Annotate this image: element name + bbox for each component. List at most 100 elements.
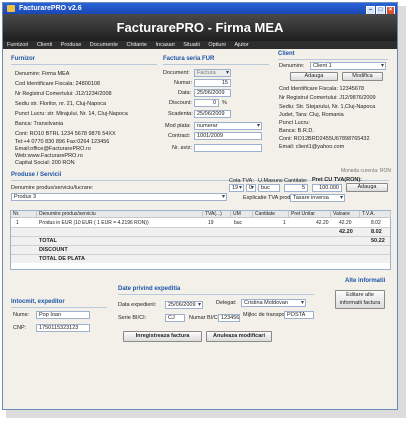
de-plata-row: TOTAL DE PLATA <box>11 254 390 263</box>
data-input[interactable]: 25/06/2009 <box>194 89 231 97</box>
furnizor-tel-fax: Tel:+4 0770 830 896 Fax:0264 123456 <box>15 139 110 145</box>
discount-row-label: DISCOUNT <box>39 247 68 253</box>
menu-optiuni[interactable]: Optiuni <box>208 42 225 48</box>
aviz-label: Nr. aviz: <box>172 145 192 151</box>
total-value: 50.22 <box>371 238 385 244</box>
menu-incasari[interactable]: Incasari <box>156 42 175 48</box>
furnizor-banca: Banca: Transilvania <box>15 121 63 127</box>
numar-input[interactable]: 15 <box>194 79 231 87</box>
col-denumire[interactable]: Denumire produs/serviciu <box>37 211 203 218</box>
menu-ajutor[interactable]: Ajutor <box>234 42 248 48</box>
delegat-select[interactable]: Cristina Moldovan <box>241 299 306 307</box>
col-nr[interactable]: Nr. <box>11 211 37 218</box>
menu-furnizori[interactable]: Furnizori <box>7 42 28 48</box>
editare-alte-informatii-button[interactable]: Editare alte informatii factura <box>335 290 385 309</box>
numar-bi-input[interactable]: 123456 <box>218 314 240 322</box>
cell-denumire: Produs in EUR (10 EUR ( 1 EUR = 4.2196 R… <box>39 220 149 226</box>
numar-label: Numar: <box>174 80 193 86</box>
menu-situatii[interactable]: Situatii <box>183 42 200 48</box>
mod-plata-select[interactable]: numerar <box>194 122 262 130</box>
window-title: FacturarePRO v2.6 <box>19 5 82 12</box>
menu-chitante[interactable]: Chitante <box>126 42 147 48</box>
furnizor-punct-lucru: Punct Lucru: str. Mirajului, Nr. 14, Clu… <box>15 111 128 117</box>
app-header: FacturarePRO - Firma MEA <box>3 14 397 41</box>
client-email: Email: client1@yahoo.com <box>279 144 345 150</box>
mod-plata-label: Mod plata: <box>165 123 191 129</box>
data-label: Data: <box>178 90 192 96</box>
furnizor-cont: Cont: RO10 BTRL 1234 5678 9876 54XX <box>15 131 116 137</box>
cell-um: buc <box>234 220 243 226</box>
col-tva[interactable]: TVA(...) <box>203 211 231 218</box>
inregistreaza-factura-button[interactable]: Inregistreaza factura <box>123 331 202 342</box>
cota-tva-extra-select[interactable]: 0 <box>246 184 256 192</box>
cell-tva-value: 8.02 <box>371 220 381 226</box>
discount-input[interactable]: 0 <box>194 99 219 107</box>
expeditie-separator <box>118 294 314 295</box>
main-window: FacturarePRO v2.6 – □ × FacturarePRO - Fir… <box>2 2 398 410</box>
furnizor-title: Furnizor <box>11 56 35 62</box>
nume-input[interactable]: Pop Ioan <box>36 311 90 319</box>
cell-pret: 42.20 <box>316 220 329 226</box>
col-pret[interactable]: Pret Unitar <box>289 211 331 218</box>
col-valoare[interactable]: Valoare <box>331 211 360 218</box>
col-cantitate[interactable]: Cantitate <box>253 211 289 218</box>
furnizor-sediu: Sediu str. Florilor, nr. 21, Cluj-Napoca <box>15 101 107 107</box>
scadenta-input[interactable]: 25/06/2009 <box>194 110 231 118</box>
app-icon <box>7 5 15 12</box>
cnp-label: CNP: <box>13 325 27 331</box>
produs-adauga-button[interactable]: Adauga <box>346 183 388 192</box>
col-um[interactable]: UM <box>231 211 253 218</box>
furnizor-denumire: Denumire: Firma MEA <box>15 71 70 77</box>
scadenta-label: Scadenta: <box>168 111 193 117</box>
cell-cantitate: 1 <box>283 220 286 226</box>
data-expedierii-input[interactable]: 25/06/2009 <box>165 301 203 309</box>
subtotal-row: 42.20 8.02 <box>11 227 390 236</box>
cell-nr: 1 <box>16 220 19 226</box>
alte-informatii-title: Alte informatii <box>345 278 386 284</box>
numar-bi-label: Numar BI/CI: <box>189 315 221 321</box>
client-denumire-label: Denumire: <box>279 63 305 69</box>
cnp-input[interactable]: 1750115323123 <box>36 324 90 332</box>
table-row[interactable]: 1 Produs in EUR (10 EUR ( 1 EUR = 4.2196… <box>11 219 390 227</box>
total-row: TOTAL 50.22 <box>11 236 390 245</box>
client-separator <box>278 59 388 60</box>
um-input[interactable]: buc <box>258 184 280 192</box>
contract-label: Contract: <box>168 133 191 139</box>
menu-produse[interactable]: Produse <box>61 42 82 48</box>
moneda-curenta: Moneda curenta: RON <box>341 168 392 174</box>
client-adauga-button[interactable]: Adauga <box>290 72 338 81</box>
app-title: FacturarePRO - Firma MEA <box>116 20 284 35</box>
client-cif: Cod Identificare Fiscala: 12345678 <box>279 86 364 92</box>
pret-input[interactable]: 100.000 <box>312 184 342 192</box>
menu-bar: Furnizori Clienti Produse Documente Chit… <box>3 41 397 49</box>
cota-tva-select[interactable]: 19 <box>229 184 244 192</box>
factura-separator <box>163 64 269 65</box>
document-select[interactable]: Factura <box>194 69 231 77</box>
contract-input[interactable]: 1001/2009 <box>194 132 262 140</box>
expeditie-title: Date privind expeditia <box>118 286 181 292</box>
furnizor-cif: Cod Identificare Fiscala: 24800108 <box>15 81 100 87</box>
serie-bi-input[interactable]: CJ <box>165 314 185 322</box>
client-select[interactable]: Client 1 <box>310 62 386 70</box>
nume-label: Nume: <box>13 312 30 318</box>
furnizor-email: Email:office@FacturarePRO.ro <box>15 146 91 152</box>
aviz-input[interactable] <box>194 144 262 152</box>
produs-denumire-label: Denumire produs/serviciu/lucrare: <box>11 185 94 191</box>
col-tva-value[interactable]: T.V.A. <box>360 211 391 218</box>
menu-clienti[interactable]: Clienti <box>37 42 52 48</box>
menu-documente[interactable]: Documente <box>90 42 118 48</box>
document-label: Document: <box>163 70 190 76</box>
cantitate-input[interactable]: 5 <box>284 184 308 192</box>
cell-tva: 19 <box>208 220 214 226</box>
furnizor-separator <box>11 64 157 65</box>
anuleaza-modificari-button[interactable]: Anuleaza modificari <box>206 331 272 342</box>
transport-input[interactable]: POSTA <box>284 311 314 319</box>
produs-select[interactable]: Produs 3 <box>11 193 227 201</box>
client-punct-lucru: Punct Lucru: <box>279 120 310 126</box>
client-modifica-button[interactable]: Modifica <box>342 72 383 81</box>
data-expedierii-label: Data expedierii: <box>118 302 157 308</box>
intocmit-separator <box>11 307 107 308</box>
produse-title: Produse / Servicii <box>11 172 62 178</box>
explicatie-tva-select[interactable]: Taxare inversa <box>290 194 345 202</box>
client-judet-tara: Judet, Tara: Cluj, Romania <box>279 112 344 118</box>
